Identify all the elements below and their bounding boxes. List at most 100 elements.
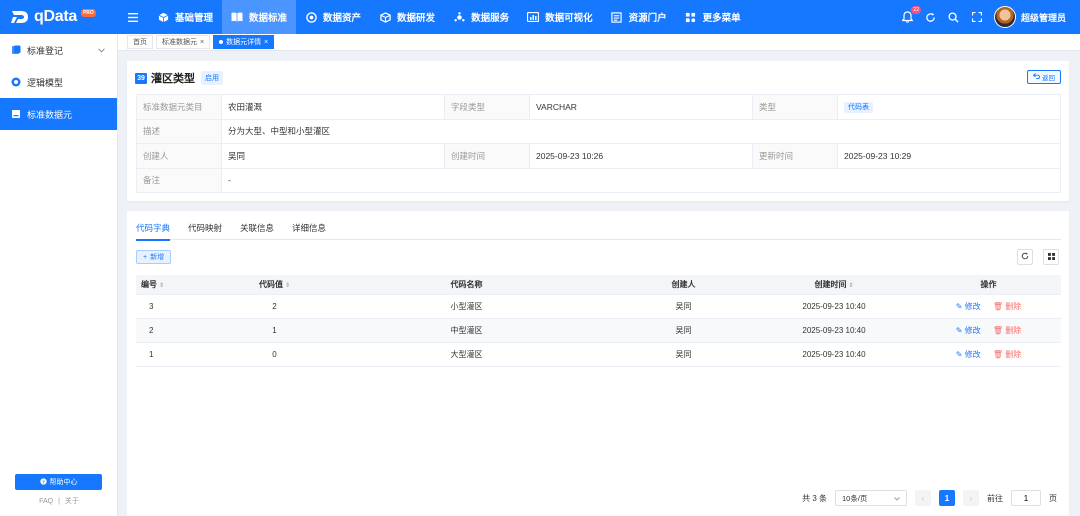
help-center-button[interactable]: ? 帮助中心 xyxy=(15,474,102,490)
page-size-select[interactable]: 10条/页 xyxy=(835,490,907,506)
menu-toggle-icon[interactable] xyxy=(118,12,148,22)
close-icon[interactable]: × xyxy=(200,39,204,46)
add-button[interactable]: + 新增 xyxy=(136,250,172,264)
register-icon xyxy=(11,45,21,55)
edit-icon: ✎ xyxy=(955,325,963,335)
remark-value: - xyxy=(221,167,1061,193)
field-type-value: VARCHAR xyxy=(529,94,753,120)
close-icon[interactable]: × xyxy=(264,39,268,46)
about-link[interactable]: 关于 xyxy=(65,498,79,505)
back-arrow-icon xyxy=(1032,73,1040,81)
fullscreen-icon[interactable] xyxy=(971,11,983,23)
sidebar-item-standard-element[interactable]: 标准数据元 xyxy=(0,98,117,130)
cell-actions: ✎ 修改 🗑 删除 xyxy=(916,294,1061,319)
active-dot-icon xyxy=(219,40,224,44)
cell-actions: ✎ 修改 🗑 删除 xyxy=(916,342,1061,367)
tab-element-detail[interactable]: 数据元详情 × xyxy=(213,35,275,49)
brand-logo[interactable]: qData PRO xyxy=(0,0,118,34)
page-tabs-bar: 首页 标准数据元 × 数据元详情 × xyxy=(118,34,1080,51)
table-header: 编号 ⇕ 代码值 ⇕ 代码名称 创建人 创建时间 ⇕ 操作 xyxy=(136,275,1061,295)
book-icon xyxy=(231,11,243,23)
tab-related-info[interactable]: 关联信息 xyxy=(240,222,274,240)
description-value: 分为大型、中型和小型灌区 xyxy=(221,118,1061,144)
type-value: 代码表 xyxy=(837,94,1061,120)
cell-name: 中型灌区 xyxy=(318,318,615,343)
detail-subtabs: 代码字典 代码映射 关联信息 详细信息 xyxy=(136,222,1061,241)
nav-data-visualization[interactable]: 数据可视化 xyxy=(518,0,602,34)
service-icon xyxy=(453,11,465,23)
goto-page-input[interactable] xyxy=(1011,490,1041,506)
chevron-down-icon xyxy=(894,494,900,503)
cell-creator: 吴同 xyxy=(615,318,752,343)
faq-link[interactable]: FAQ xyxy=(39,498,53,505)
delete-button[interactable]: 🗑 删除 xyxy=(993,350,1021,359)
edit-button[interactable]: ✎ 修改 xyxy=(956,350,981,359)
element-icon xyxy=(11,109,21,119)
field-type-label: 字段类型 xyxy=(444,94,530,120)
cube-icon xyxy=(157,11,169,23)
nav-more-menu[interactable]: 更多菜单 xyxy=(676,0,750,34)
column-created[interactable]: 创建时间 ⇕ xyxy=(752,275,916,295)
notification-count: 22 xyxy=(911,6,921,14)
cell-id: 3 xyxy=(136,294,231,319)
model-icon xyxy=(11,77,21,87)
next-page-button[interactable]: › xyxy=(963,490,979,506)
sidebar-item-logic-model[interactable]: 逻辑模型 xyxy=(0,66,117,98)
category-label: 标准数据元类目 xyxy=(136,94,222,120)
nav-data-assets[interactable]: 数据资产 xyxy=(296,0,370,34)
nav-data-development[interactable]: 数据研发 xyxy=(370,0,444,34)
column-id[interactable]: 编号 ⇕ xyxy=(136,275,231,295)
edit-button[interactable]: ✎ 修改 xyxy=(956,326,981,335)
element-id-badge: 39 xyxy=(135,72,147,84)
pagination: 共 3 条 10条/页 ‹ 1 › 前往 页 xyxy=(802,490,1057,506)
delete-button[interactable]: 🗑 删除 xyxy=(993,302,1021,311)
tab-detail-info[interactable]: 详细信息 xyxy=(292,222,326,240)
column-name: 代码名称 xyxy=(318,275,615,295)
nav-data-service[interactable]: 数据服务 xyxy=(444,0,518,34)
code-dictionary-card: 代码字典 代码映射 关联信息 详细信息 + 新增 编号 ⇕ 代码值 ⇕ 代码名称 创… xyxy=(127,211,1069,516)
avatar[interactable] xyxy=(993,6,1016,28)
tab-home[interactable]: 首页 xyxy=(127,35,153,49)
page-number-button[interactable]: 1 xyxy=(939,490,955,506)
sort-icon[interactable]: ⇕ xyxy=(285,283,290,289)
cell-name: 大型灌区 xyxy=(318,342,615,367)
column-code[interactable]: 代码值 ⇕ xyxy=(231,275,318,295)
cell-code: 2 xyxy=(231,294,318,319)
tab-code-dictionary[interactable]: 代码字典 xyxy=(136,222,171,241)
sidebar-footer: FAQ | 关于 xyxy=(39,498,79,505)
nav-resource-portal[interactable]: 资源门户 xyxy=(602,0,676,34)
chevron-right-icon: › xyxy=(969,493,973,503)
help-icon: ? xyxy=(39,477,47,487)
refresh-icon[interactable] xyxy=(925,11,937,23)
cell-id: 1 xyxy=(136,342,231,367)
edit-button[interactable]: ✎ 修改 xyxy=(956,302,981,311)
chevron-left-icon: ‹ xyxy=(921,493,925,503)
goto-label: 前往 xyxy=(987,493,1003,503)
back-button[interactable]: 返回 xyxy=(1027,70,1061,84)
trash-icon: 🗑 xyxy=(992,349,1004,359)
tab-standard-element[interactable]: 标准数据元 × xyxy=(156,35,211,49)
table-row: 2 1 中型灌区 吴同 2025-09-23 10:40 ✎ 修改 🗑 删除 xyxy=(136,318,1061,343)
tab-code-mapping[interactable]: 代码映射 xyxy=(188,222,222,240)
sort-icon[interactable]: ⇕ xyxy=(848,283,853,289)
sidebar-item-standard-register[interactable]: 标准登记 xyxy=(0,34,117,66)
top-bar: qData PRO 基础管理 数据标准 数据资产 数据研发 数据服务 数据可视化 xyxy=(0,0,1080,34)
table-row: 1 0 大型灌区 吴同 2025-09-23 10:40 ✎ 修改 🗑 删除 xyxy=(136,342,1061,367)
search-icon[interactable] xyxy=(948,11,960,23)
cell-code: 0 xyxy=(231,342,318,367)
cell-name: 小型灌区 xyxy=(318,294,615,319)
create-time-label: 创建时间 xyxy=(444,143,530,169)
bell-icon[interactable]: 22 xyxy=(902,6,921,23)
nav-basic-management[interactable]: 基础管理 xyxy=(148,0,222,34)
user-name[interactable]: 超级管理员 xyxy=(1021,11,1066,24)
plus-icon: + xyxy=(143,253,148,261)
sort-icon[interactable]: ⇕ xyxy=(159,283,164,289)
column-settings-button[interactable] xyxy=(1043,249,1059,265)
refresh-icon xyxy=(1021,252,1029,262)
edit-icon: ✎ xyxy=(955,349,963,359)
nav-data-standard[interactable]: 数据标准 xyxy=(222,0,297,34)
refresh-table-button[interactable] xyxy=(1017,249,1033,265)
prev-page-button[interactable]: ‹ xyxy=(915,490,931,506)
delete-button[interactable]: 🗑 删除 xyxy=(993,326,1021,335)
status-badge: 启用 xyxy=(201,71,223,85)
